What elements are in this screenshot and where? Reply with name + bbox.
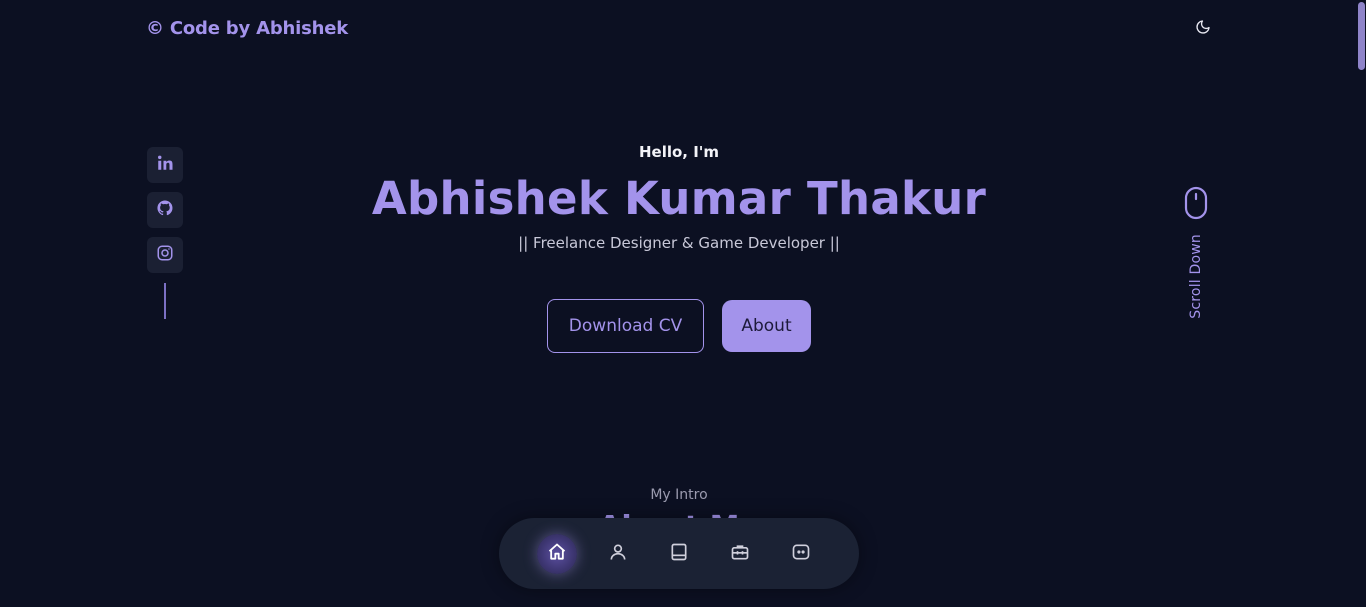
briefcase-icon <box>730 542 750 566</box>
scrollbar[interactable] <box>1357 0 1366 607</box>
book-icon <box>669 542 689 566</box>
nav-home[interactable] <box>537 533 577 574</box>
nav-skills[interactable] <box>659 534 699 574</box>
home-icon <box>547 542 567 566</box>
section-subtitle: My Intro <box>650 487 708 503</box>
scroll-down-link[interactable]: Scroll Down <box>1180 186 1212 326</box>
about-button[interactable]: About <box>722 300 811 352</box>
nav-portfolio[interactable] <box>720 534 760 574</box>
theme-toggle-button[interactable] <box>1192 18 1214 40</box>
hero-name: Abhishek Kumar Thakur <box>371 172 987 225</box>
scrollbar-thumb[interactable] <box>1358 2 1365 70</box>
mouse-icon <box>1184 186 1208 224</box>
download-cv-button[interactable]: Download CV <box>547 299 704 353</box>
nav-contact[interactable] <box>781 534 821 574</box>
hero-greeting: Hello, I'm <box>638 143 720 161</box>
chat-icon <box>791 542 811 566</box>
nav-about[interactable] <box>598 534 638 574</box>
moon-icon <box>1195 19 1211 39</box>
user-icon <box>608 542 628 566</box>
hero-tagline: || Freelance Designer & Game Developer |… <box>518 234 840 252</box>
scroll-down-label: Scroll Down <box>1188 234 1204 319</box>
bottom-nav-bar <box>499 518 859 589</box>
social-divider <box>164 283 166 319</box>
site-logo[interactable]: © Code by Abhishek <box>146 18 348 39</box>
